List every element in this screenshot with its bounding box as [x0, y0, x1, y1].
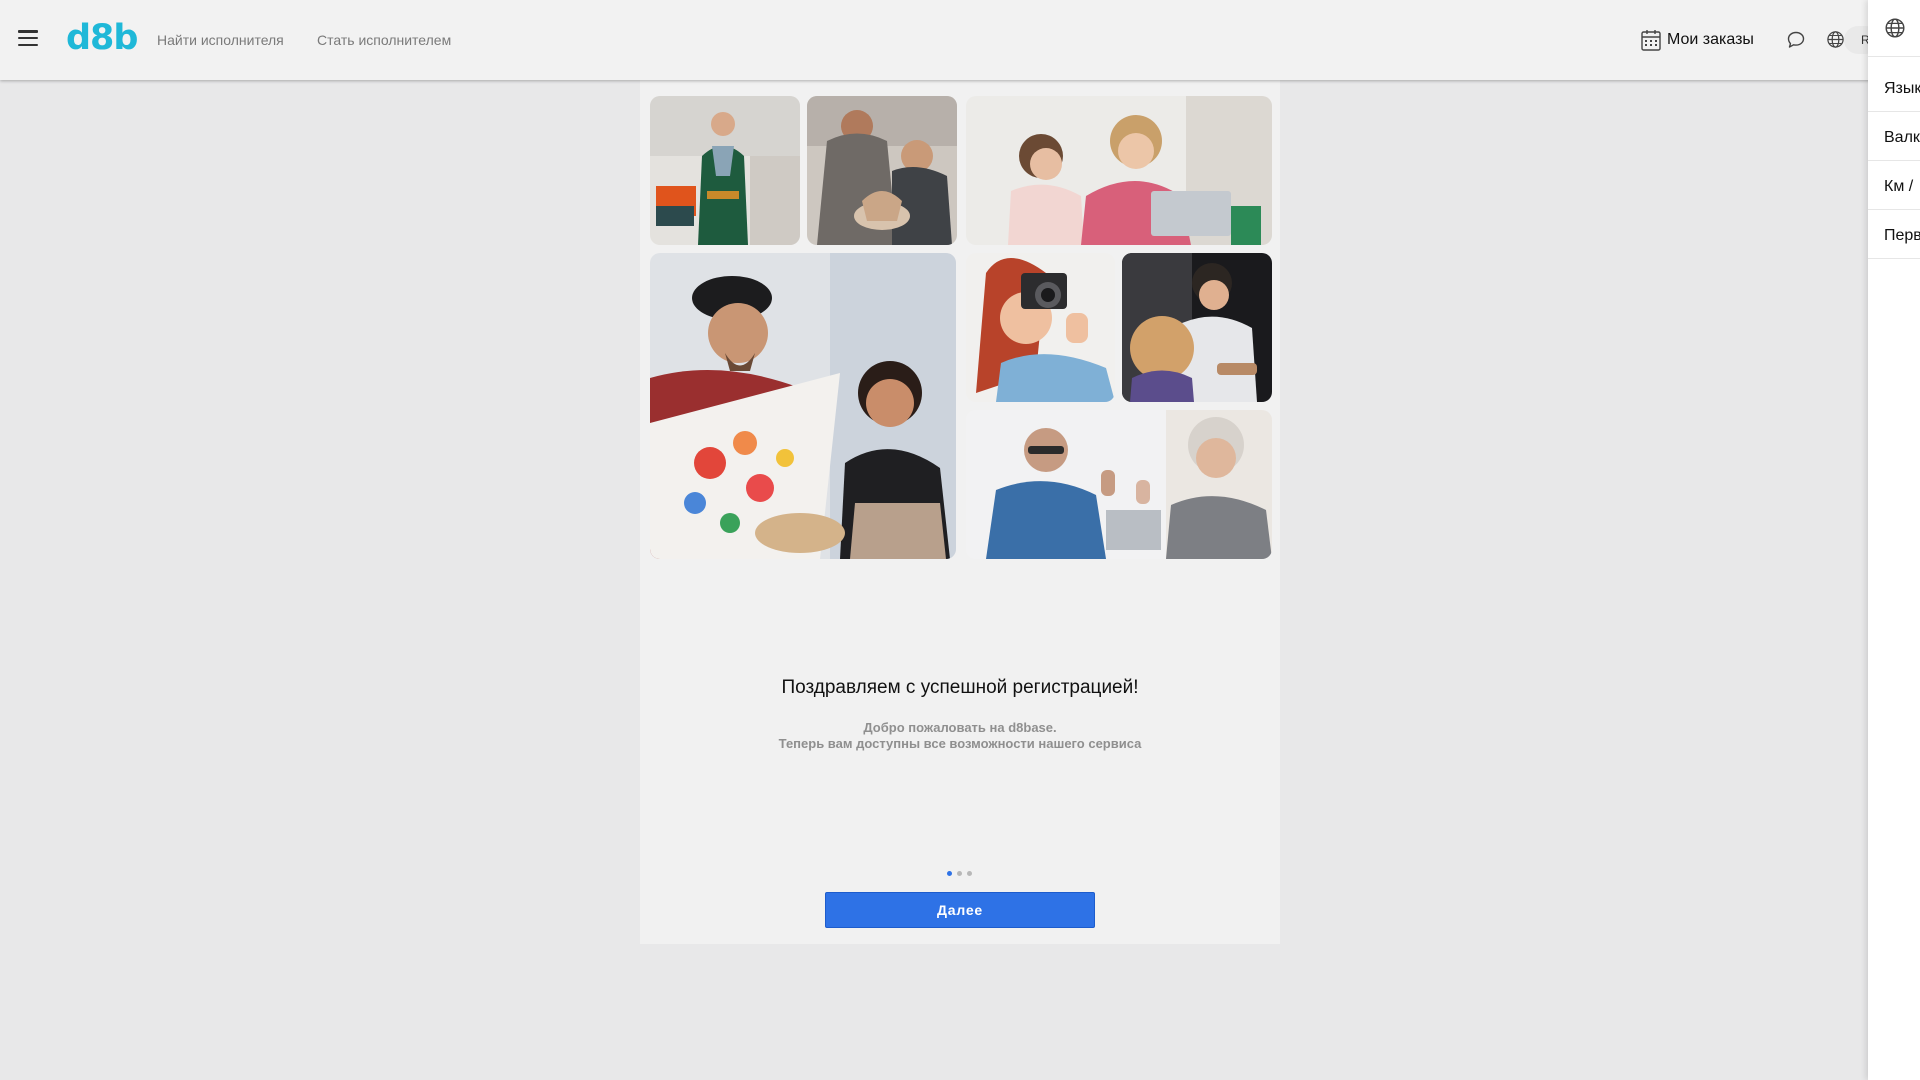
top-header: d8b Найти исполнителя Стать исполнителем…: [0, 0, 1920, 80]
doctor-photo: [966, 410, 1272, 559]
divider: [1868, 160, 1920, 161]
calendar-icon: [1641, 30, 1661, 51]
painting-photo: [650, 253, 956, 559]
pagination-dot-1[interactable]: [947, 871, 952, 876]
menu-icon[interactable]: [18, 30, 38, 46]
next-button[interactable]: Далее: [825, 892, 1095, 928]
side-item-currency[interactable]: Валк: [1884, 129, 1920, 147]
divider: [1868, 258, 1920, 259]
success-title: Поздравляем с успешной регистрацией!: [781, 677, 1139, 698]
nav-become-performer[interactable]: Стать исполнителем: [317, 32, 451, 48]
pottery-photo: [807, 96, 957, 245]
divider: [1868, 209, 1920, 210]
side-item-first-day[interactable]: Перв: [1884, 227, 1920, 245]
chat-icon[interactable]: [1786, 30, 1806, 50]
tutoring-photo: [966, 96, 1272, 245]
onboarding-card: Поздравляем с успешной регистрацией! Доб…: [640, 80, 1280, 944]
welcome-line-2: Теперь вам доступны все возможности наше…: [778, 736, 1142, 751]
pagination-dot-3[interactable]: [967, 871, 972, 876]
my-orders-link[interactable]: Мои заказы: [1641, 28, 1754, 52]
plumber-photo: [650, 96, 800, 245]
globe-icon[interactable]: [1884, 17, 1906, 39]
divider: [1868, 56, 1920, 57]
pagination-dots: [947, 871, 972, 876]
my-orders-label: Мои заказы: [1667, 31, 1754, 48]
side-item-language[interactable]: Язык: [1884, 80, 1920, 98]
divider: [1868, 111, 1920, 112]
side-item-units[interactable]: Км /: [1884, 178, 1913, 196]
nav-find-performer[interactable]: Найти исполнителя: [157, 32, 284, 48]
hairdresser-photo: [1122, 253, 1272, 402]
welcome-line-1: Добро пожаловать на d8base.: [863, 720, 1057, 735]
globe-icon[interactable]: [1826, 30, 1845, 49]
photographer-photo: [966, 253, 1115, 402]
welcome-message: Добро пожаловать на d8base. Теперь вам д…: [640, 720, 1280, 752]
logo[interactable]: d8b: [66, 18, 138, 58]
settings-side-panel: Язык Валк Км / Перв: [1868, 0, 1920, 1080]
pagination-dot-2[interactable]: [957, 871, 962, 876]
